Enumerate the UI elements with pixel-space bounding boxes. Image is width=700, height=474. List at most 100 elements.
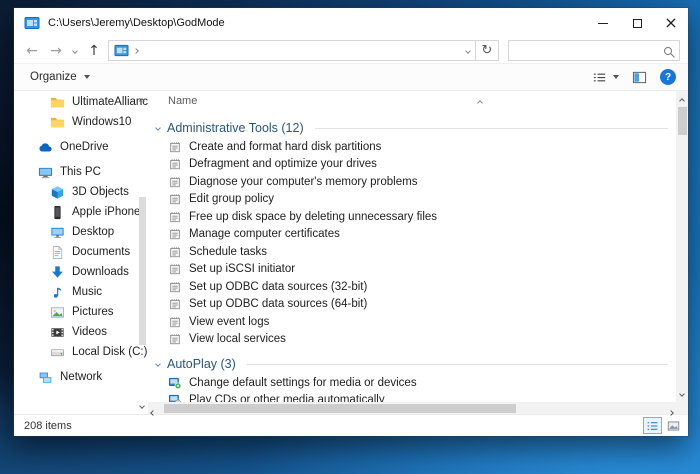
sidebar-item-downloads[interactable]: Downloads <box>14 262 148 282</box>
list-item-change-default-settings-for-media-or-devices[interactable]: Change default settings for media or dev… <box>148 374 676 392</box>
sidebar-item-this-pc[interactable]: This PC <box>14 162 148 182</box>
list-view-icon <box>591 70 608 85</box>
file-list-pane: Name Administrative Tools (12) Create and… <box>148 91 688 416</box>
change-view-button[interactable] <box>591 70 619 85</box>
scroll-down-icon[interactable] <box>139 399 145 411</box>
admin-icon <box>168 262 182 276</box>
sidebar-item-onedrive[interactable]: OneDrive <box>14 137 148 157</box>
scroll-up-icon[interactable] <box>678 94 685 106</box>
sidebar-item-windows10[interactable]: Windows10 <box>14 112 148 132</box>
sidebar-item-label: 3D Objects <box>72 186 129 198</box>
horizontal-scrollbar-thumb[interactable] <box>164 403 516 413</box>
admin-icon <box>168 140 182 154</box>
list-item-label: Defragment and optimize your drives <box>189 158 377 171</box>
sidebar-item-label: Pictures <box>72 306 114 318</box>
picture-icon <box>50 305 65 320</box>
admin-icon <box>168 280 182 294</box>
recent-locations-button[interactable] <box>68 40 82 62</box>
sidebar-item-ultimatealliance[interactable]: UltimateAlliance <box>14 92 148 112</box>
sidebar-item-music[interactable]: Music <box>14 282 148 302</box>
maximize-button[interactable] <box>620 8 654 38</box>
preview-pane-button[interactable] <box>631 70 648 85</box>
minimize-button[interactable] <box>586 8 620 38</box>
sidebar-item-label: OneDrive <box>60 141 109 153</box>
list-item-defragment-and-optimize-your-drives[interactable]: Defragment and optimize your drives <box>148 156 676 174</box>
forward-button[interactable]: → <box>44 40 68 62</box>
scroll-right-icon[interactable] <box>668 406 674 418</box>
group-header-autoplay[interactable]: AutoPlay (3) <box>148 354 676 374</box>
close-button[interactable]: × <box>654 8 688 38</box>
group-header-administrative-tools[interactable]: Administrative Tools (12) <box>148 118 676 138</box>
back-button[interactable]: ← <box>20 40 44 62</box>
search-input[interactable] <box>515 44 664 57</box>
sidebar-item-apple-iphone[interactable]: Apple iPhone <box>14 202 148 222</box>
list-item-label: View local services <box>189 333 286 346</box>
list-item-free-up-disk-space-by-deleting-unnecessary-files[interactable]: Free up disk space by deleting unnecessa… <box>148 208 676 226</box>
desktop-background: C:\Users\Jeremy\Desktop\GodMode × ← → ↑ … <box>0 0 700 474</box>
list-item-schedule-tasks[interactable]: Schedule tasks <box>148 243 676 261</box>
group-divider <box>246 363 668 365</box>
network-icon <box>38 370 53 385</box>
list-item-label: Set up ODBC data sources (32-bit) <box>189 280 368 293</box>
scroll-up-icon[interactable] <box>139 94 145 106</box>
scroll-down-icon[interactable] <box>678 387 685 399</box>
list-item-set-up-odbc-data-sources-32-bit[interactable]: Set up ODBC data sources (32-bit) <box>148 278 676 296</box>
list-item-create-and-format-hard-disk-partitions[interactable]: Create and format hard disk partitions <box>148 138 676 156</box>
column-header-name[interactable]: Name <box>148 95 676 112</box>
close-icon: × <box>664 13 678 32</box>
sidebar-scrollbar[interactable] <box>137 91 148 414</box>
admin-icon <box>168 315 182 329</box>
large-icons-view-icon <box>667 421 680 430</box>
search-box[interactable] <box>508 40 680 61</box>
question-mark-icon: ? <box>664 71 672 83</box>
organize-button[interactable]: Organize <box>30 71 90 83</box>
scroll-left-icon[interactable] <box>150 406 156 418</box>
sidebar-item-3d-objects[interactable]: 3D Objects <box>14 182 148 202</box>
sidebar-item-pictures[interactable]: Pictures <box>14 302 148 322</box>
minimize-icon <box>598 22 608 24</box>
large-icons-view-button[interactable] <box>664 417 683 434</box>
help-button[interactable]: ? <box>660 69 676 85</box>
collapse-chevron-icon[interactable] <box>155 361 161 367</box>
item-count: 208 items <box>24 419 72 432</box>
sidebar-scrollbar-thumb[interactable] <box>139 197 146 345</box>
list-item-manage-computer-certificates[interactable]: Manage computer certificates <box>148 226 676 244</box>
toolbar-right-icons: ? <box>591 69 676 85</box>
sidebar-item-desktop[interactable]: Desktop <box>14 222 148 242</box>
admin-icon <box>168 175 182 189</box>
sidebar-item-label: Music <box>72 286 103 298</box>
cube-icon <box>50 185 65 200</box>
preview-pane-icon <box>631 70 648 85</box>
vertical-scrollbar-thumb[interactable] <box>677 107 687 135</box>
sidebar-item-videos[interactable]: Videos <box>14 322 148 342</box>
details-view-button[interactable] <box>643 417 662 434</box>
cloud-icon <box>38 140 53 155</box>
breadcrumb-chevron-icon[interactable] <box>133 47 139 54</box>
forward-icon: → <box>50 42 62 59</box>
sidebar-item-local-disk-c[interactable]: Local Disk (C:) <box>14 342 148 362</box>
list-item-view-local-services[interactable]: View local services <box>148 331 676 349</box>
list-item-label: Set up iSCSI initiator <box>189 263 296 276</box>
desktop-icon <box>50 225 65 240</box>
address-bar[interactable] <box>108 40 476 61</box>
autoplay-settings-icon <box>168 376 182 390</box>
collapse-chevron-icon[interactable] <box>155 125 161 131</box>
sidebar-item-network[interactable]: Network <box>14 367 148 387</box>
command-toolbar: Organize ? <box>14 64 688 91</box>
list-item-play-cds-or-other-media-automatically[interactable]: Play CDs or other media automatically <box>148 392 676 402</box>
address-dropdown-icon[interactable] <box>465 47 471 54</box>
list-item-diagnose-your-computer-s-memory-problems[interactable]: Diagnose your computer's memory problems <box>148 173 676 191</box>
list-item-view-event-logs[interactable]: View event logs <box>148 313 676 331</box>
list-item-edit-group-policy[interactable]: Edit group policy <box>148 191 676 209</box>
horizontal-scrollbar[interactable] <box>148 402 676 416</box>
refresh-button[interactable]: ↻ <box>476 40 499 61</box>
list-item-set-up-odbc-data-sources-64-bit[interactable]: Set up ODBC data sources (64-bit) <box>148 296 676 314</box>
folder-icon <box>50 95 65 110</box>
list-item-set-up-iscsi-initiator[interactable]: Set up iSCSI initiator <box>148 261 676 279</box>
up-icon: ↑ <box>88 42 100 59</box>
up-button[interactable]: ↑ <box>82 40 106 62</box>
chevron-down-icon <box>72 47 78 54</box>
sidebar-item-documents[interactable]: Documents <box>14 242 148 262</box>
vertical-scrollbar[interactable] <box>676 91 688 402</box>
window-controls: × <box>586 8 688 38</box>
